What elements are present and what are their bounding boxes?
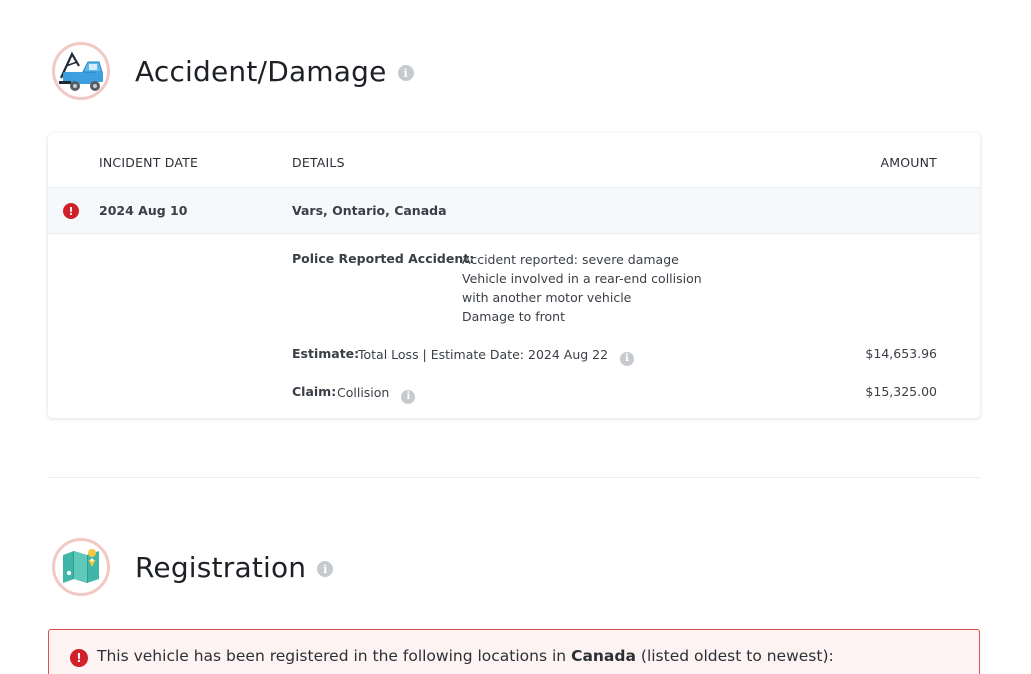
- estimate-info-icon[interactable]: i: [620, 351, 635, 366]
- accident-section-header: Accident/Damage i: [52, 42, 414, 100]
- incident-date: 2024 Aug 10: [99, 203, 188, 218]
- estimate-label: Estimate:: [292, 346, 360, 361]
- claim-info-icon[interactable]: i: [401, 389, 416, 404]
- estimate-amount: $14,653.96: [865, 346, 937, 361]
- alert-prefix: This vehicle has been registered in the …: [97, 647, 567, 665]
- accident-section-title: Accident/Damage: [135, 54, 387, 88]
- col-amount: AMOUNT: [880, 155, 937, 170]
- incident-location: Vars, Ontario, Canada: [292, 203, 447, 218]
- table-row[interactable]: ! 2024 Aug 10 Vars, Ontario, Canada: [48, 188, 980, 234]
- section-divider: [48, 477, 980, 478]
- registration-alert-text: This vehicle has been registered in the …: [97, 647, 834, 665]
- estimate-details: Total Loss | Estimate Date: 2024 Aug 22 …: [358, 345, 635, 366]
- claim-value: Collision: [337, 385, 390, 400]
- police-report-details: Accident reported: severe damage Vehicle…: [462, 250, 702, 326]
- alert-country: Canada: [571, 647, 636, 665]
- registration-section-header: Registration i: [52, 538, 334, 596]
- police-line: Vehicle involved in a rear-end collision: [462, 271, 702, 286]
- registration-section-title: Registration: [135, 550, 307, 584]
- estimate-value: Total Loss | Estimate Date: 2024 Aug 22: [358, 347, 609, 362]
- claim-label: Claim:: [292, 384, 337, 399]
- registration-alert: ! This vehicle has been registered in th…: [48, 629, 980, 674]
- accident-info-icon[interactable]: i: [397, 65, 414, 81]
- col-incident-date: INCIDENT DATE: [99, 155, 199, 170]
- alert-icon: !: [70, 649, 88, 667]
- claim-details: Collision i: [337, 383, 416, 404]
- tow-truck-badge: [52, 42, 110, 100]
- police-line: with another motor vehicle: [462, 290, 632, 305]
- claim-amount: $15,325.00: [865, 384, 937, 399]
- police-report-label: Police Reported Accident:: [292, 251, 475, 266]
- col-details: DETAILS: [292, 155, 345, 170]
- alert-icon: !: [63, 203, 79, 219]
- tow-truck-icon: [59, 51, 103, 91]
- registration-info-icon[interactable]: i: [317, 561, 334, 577]
- accident-table: INCIDENT DATE DETAILS AMOUNT ! 2024 Aug …: [48, 133, 980, 418]
- map-icon: [63, 549, 99, 583]
- police-line: Accident reported: severe damage: [462, 252, 679, 267]
- alert-suffix: (listed oldest to newest):: [640, 647, 834, 665]
- map-badge: [52, 538, 110, 596]
- police-line: Damage to front: [462, 309, 565, 324]
